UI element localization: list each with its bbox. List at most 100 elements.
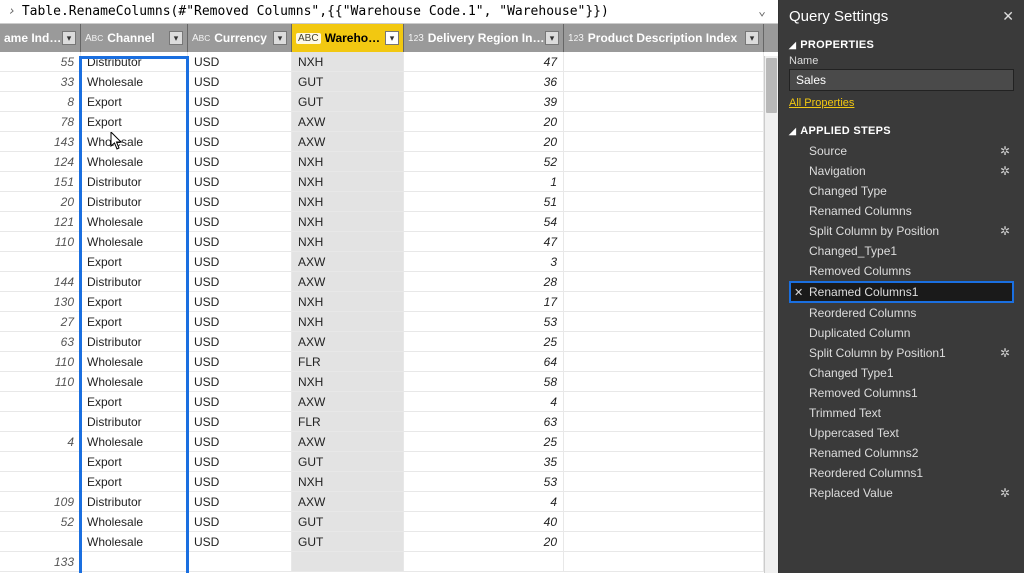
cell-channel[interactable]: Distributor xyxy=(81,192,188,211)
table-row[interactable]: 109DistributorUSDAXW4 xyxy=(0,492,778,512)
cell-product-desc[interactable] xyxy=(564,332,764,351)
cell-warehouse[interactable]: NXH xyxy=(292,152,404,171)
cell-warehouse[interactable]: AXW xyxy=(292,252,404,271)
close-icon[interactable]: ✕ xyxy=(1002,8,1014,25)
table-row[interactable]: 133 xyxy=(0,552,778,572)
cell-delivery-region[interactable]: 3 xyxy=(404,252,564,271)
cell-name-index[interactable] xyxy=(0,412,81,431)
cell-channel[interactable]: Distributor xyxy=(81,52,188,71)
col-header-product-desc[interactable]: 123 Product Description Index ▾ xyxy=(564,24,764,52)
cell-warehouse[interactable]: AXW xyxy=(292,432,404,451)
table-row[interactable]: 33WholesaleUSDGUT36 xyxy=(0,72,778,92)
cell-delivery-region[interactable]: 58 xyxy=(404,372,564,391)
table-row[interactable]: 63DistributorUSDAXW25 xyxy=(0,332,778,352)
cell-product-desc[interactable] xyxy=(564,72,764,91)
table-row[interactable]: 110WholesaleUSDFLR64 xyxy=(0,352,778,372)
applied-step[interactable]: Changed_Type1 xyxy=(789,241,1014,261)
cell-name-index[interactable]: 27 xyxy=(0,312,81,331)
cell-currency[interactable]: USD xyxy=(188,392,292,411)
cell-channel[interactable]: Wholesale xyxy=(81,352,188,371)
cell-currency[interactable]: USD xyxy=(188,132,292,151)
cell-delivery-region[interactable]: 53 xyxy=(404,312,564,331)
applied-step[interactable]: Renamed Columns2 xyxy=(789,443,1014,463)
cell-name-index[interactable] xyxy=(0,532,81,551)
cell-product-desc[interactable] xyxy=(564,192,764,211)
table-row[interactable]: 8ExportUSDGUT39 xyxy=(0,92,778,112)
cell-product-desc[interactable] xyxy=(564,292,764,311)
vertical-scrollbar[interactable] xyxy=(764,56,778,573)
cell-channel[interactable]: Wholesale xyxy=(81,132,188,151)
table-row[interactable]: WholesaleUSDGUT20 xyxy=(0,532,778,552)
cell-name-index[interactable]: 109 xyxy=(0,492,81,511)
cell-product-desc[interactable] xyxy=(564,112,764,131)
cell-warehouse[interactable]: NXH xyxy=(292,212,404,231)
table-row[interactable]: DistributorUSDFLR63 xyxy=(0,412,778,432)
cell-currency[interactable]: USD xyxy=(188,192,292,211)
gear-icon[interactable]: ✲ xyxy=(1000,144,1010,158)
cell-currency[interactable]: USD xyxy=(188,452,292,471)
cell-name-index[interactable]: 55 xyxy=(0,52,81,71)
cell-name-index[interactable]: 143 xyxy=(0,132,81,151)
table-row[interactable]: 110WholesaleUSDNXH58 xyxy=(0,372,778,392)
cell-channel[interactable] xyxy=(81,552,188,571)
cell-delivery-region[interactable]: 1 xyxy=(404,172,564,191)
cell-warehouse[interactable]: NXH xyxy=(292,372,404,391)
applied-step[interactable]: Uppercased Text xyxy=(789,423,1014,443)
cell-name-index[interactable]: 144 xyxy=(0,272,81,291)
cell-product-desc[interactable] xyxy=(564,312,764,331)
cell-name-index[interactable]: 124 xyxy=(0,152,81,171)
cell-warehouse[interactable]: NXH xyxy=(292,232,404,251)
cell-currency[interactable]: USD xyxy=(188,112,292,131)
cell-delivery-region[interactable]: 53 xyxy=(404,472,564,491)
cell-currency[interactable]: USD xyxy=(188,272,292,291)
cell-name-index[interactable]: 151 xyxy=(0,172,81,191)
cell-channel[interactable]: Wholesale xyxy=(81,152,188,171)
cell-product-desc[interactable] xyxy=(564,92,764,111)
applied-step[interactable]: Changed Type1 xyxy=(789,363,1014,383)
cell-channel[interactable]: Distributor xyxy=(81,412,188,431)
cell-product-desc[interactable] xyxy=(564,452,764,471)
cell-channel[interactable]: Export xyxy=(81,452,188,471)
cell-warehouse[interactable]: AXW xyxy=(292,272,404,291)
table-row[interactable]: 110WholesaleUSDNXH47 xyxy=(0,232,778,252)
cell-warehouse[interactable]: NXH xyxy=(292,192,404,211)
cell-delivery-region[interactable]: 25 xyxy=(404,332,564,351)
properties-heading[interactable]: ◢ PROPERTIES xyxy=(789,33,1014,55)
cell-delivery-region[interactable]: 17 xyxy=(404,292,564,311)
filter-dropdown-icon[interactable]: ▾ xyxy=(169,31,183,45)
filter-dropdown-icon[interactable]: ▾ xyxy=(545,31,559,45)
cell-currency[interactable]: USD xyxy=(188,92,292,111)
cell-warehouse[interactable]: GUT xyxy=(292,72,404,91)
cell-warehouse[interactable]: NXH xyxy=(292,52,404,71)
gear-icon[interactable]: ✲ xyxy=(1000,346,1010,360)
col-header-currency[interactable]: ABC Currency ▾ xyxy=(188,24,292,52)
cell-name-index[interactable]: 78 xyxy=(0,112,81,131)
cell-currency[interactable]: USD xyxy=(188,152,292,171)
cell-delivery-region[interactable]: 25 xyxy=(404,432,564,451)
cell-currency[interactable]: USD xyxy=(188,532,292,551)
cell-delivery-region[interactable]: 51 xyxy=(404,192,564,211)
applied-step[interactable]: Navigation✲ xyxy=(789,161,1014,181)
cell-currency[interactable]: USD xyxy=(188,252,292,271)
cell-currency[interactable]: USD xyxy=(188,372,292,391)
cell-channel[interactable]: Wholesale xyxy=(81,232,188,251)
gear-icon[interactable]: ✲ xyxy=(1000,224,1010,238)
cell-currency[interactable] xyxy=(188,552,292,571)
col-header-channel[interactable]: ABC Channel ▾ xyxy=(81,24,188,52)
table-row[interactable]: 151DistributorUSDNXH1 xyxy=(0,172,778,192)
cell-warehouse[interactable]: NXH xyxy=(292,172,404,191)
cell-delivery-region[interactable]: 35 xyxy=(404,452,564,471)
cell-currency[interactable]: USD xyxy=(188,472,292,491)
cell-currency[interactable]: USD xyxy=(188,292,292,311)
cell-product-desc[interactable] xyxy=(564,432,764,451)
cell-channel[interactable]: Export xyxy=(81,112,188,131)
cell-delivery-region[interactable]: 4 xyxy=(404,392,564,411)
cell-delivery-region[interactable]: 47 xyxy=(404,232,564,251)
cell-channel[interactable]: Export xyxy=(81,292,188,311)
cell-currency[interactable]: USD xyxy=(188,352,292,371)
cell-name-index[interactable]: 33 xyxy=(0,72,81,91)
table-row[interactable]: 52WholesaleUSDGUT40 xyxy=(0,512,778,532)
col-header-warehouse[interactable]: ABC Warehouse ▾ xyxy=(292,24,404,52)
applied-step[interactable]: ✕Renamed Columns1 xyxy=(789,281,1014,303)
cell-name-index[interactable]: 110 xyxy=(0,372,81,391)
